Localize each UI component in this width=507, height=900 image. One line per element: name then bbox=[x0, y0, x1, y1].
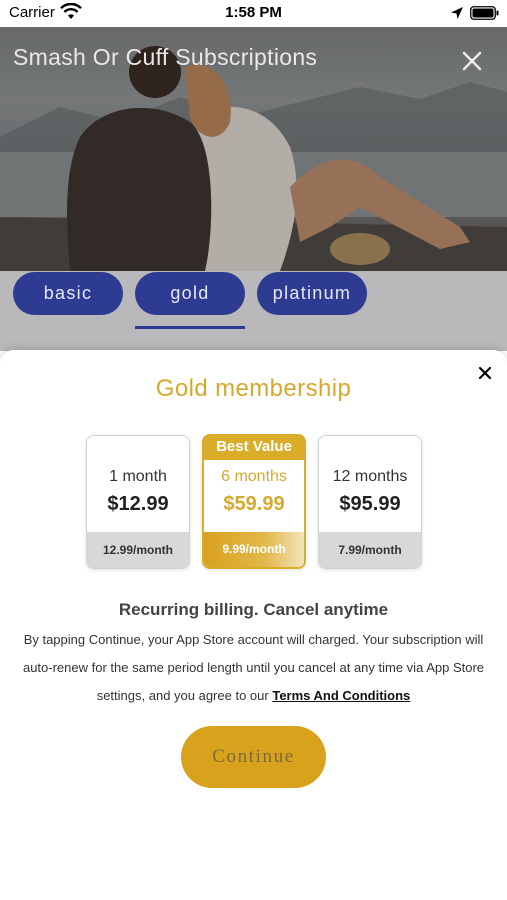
tab-platinum[interactable]: platinum bbox=[257, 272, 367, 315]
sheet-title: Gold membership bbox=[155, 375, 352, 402]
plan-period: 12 months bbox=[332, 468, 408, 485]
page-title: Smash Or Cuff Subscriptions bbox=[13, 44, 318, 70]
clock: 1:58 PM bbox=[225, 4, 282, 21]
tab-basic[interactable]: basic bbox=[13, 272, 123, 315]
billing-heading: Recurring billing. Cancel anytime bbox=[118, 600, 389, 619]
close-icon[interactable] bbox=[458, 47, 486, 75]
selected-tab-indicator bbox=[135, 326, 245, 329]
hero-header: Smash Or Cuff Subscriptions bbox=[0, 27, 507, 271]
best-value-badge: Best Value bbox=[202, 434, 306, 460]
plan-price: $95.99 bbox=[339, 493, 401, 515]
plan-card-12-months[interactable]: 12 months $95.99 7.99/month bbox=[318, 435, 422, 569]
plan-monthly-price: 9.99/month bbox=[204, 532, 304, 567]
plan-price: $12.99 bbox=[107, 493, 169, 515]
location-arrow-icon bbox=[451, 7, 463, 19]
status-bar: Carrier 1:58 PM bbox=[0, 0, 507, 27]
battery-icon bbox=[470, 6, 499, 20]
subscription-sheet: Gold membership Best Value 1 month $12.9… bbox=[0, 350, 507, 900]
plan-card-1-month[interactable]: 1 month $12.99 12.99/month bbox=[86, 435, 190, 569]
continue-button[interactable]: Continue bbox=[181, 726, 326, 788]
plan-monthly-price: 12.99/month bbox=[87, 532, 189, 568]
billing-disclaimer: By tapping Continue, your App Store acco… bbox=[18, 626, 489, 710]
plan-period: 1 month bbox=[109, 468, 167, 485]
terms-link[interactable]: Terms And Conditions bbox=[272, 688, 410, 703]
plan-price: $59.99 bbox=[223, 493, 285, 515]
billing-disclaimer-text: By tapping Continue, your App Store acco… bbox=[22, 632, 485, 703]
membership-tabs: basic gold platinum bbox=[0, 271, 507, 351]
plan-period: 6 months bbox=[221, 468, 287, 485]
plan-monthly-price: 7.99/month bbox=[319, 532, 421, 568]
tab-gold[interactable]: gold bbox=[135, 272, 245, 315]
